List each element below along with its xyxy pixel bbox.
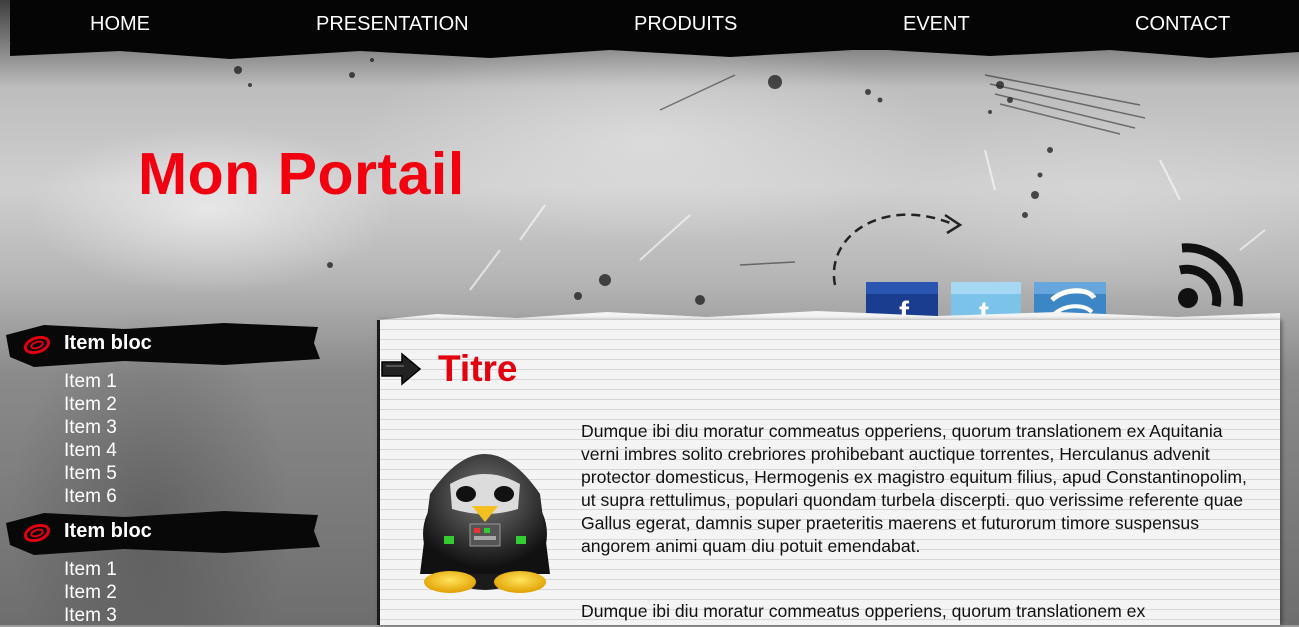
darth-penguin-image	[420, 454, 550, 593]
content-title: Titre	[438, 348, 518, 389]
nav-contact[interactable]: CONTACT	[1135, 13, 1230, 36]
content-paragraph: Dumque ibi diu moratur commeatus opperie…	[581, 421, 1247, 556]
sidebar-bloc-title: Item bloc	[64, 332, 152, 354]
sidebar-bloc-header: Item bloc	[4, 509, 320, 555]
nav-produits[interactable]: PRODUITS	[634, 13, 737, 36]
sidebar-item[interactable]: Item 1	[64, 558, 117, 581]
sidebar-item[interactable]: Item 3	[64, 604, 117, 627]
sidebar-item[interactable]: Item 3	[64, 416, 117, 439]
sidebar-list: Item 1 Item 2 Item 3 Item 4 Item 5 Item …	[64, 370, 117, 508]
site-title: Mon Portail	[138, 141, 465, 207]
sidebar-item[interactable]: Item 6	[64, 485, 117, 508]
content-paragraph: Dumque ibi diu moratur commeatus opperie…	[581, 601, 1146, 621]
top-nav-bar: HOME PRESENTATION PRODUITS EVENT CONTACT	[10, 0, 1299, 59]
nav-presentation[interactable]: PRESENTATION	[316, 13, 469, 36]
sidebar-item[interactable]: Item 2	[64, 393, 117, 416]
sidebar-item[interactable]: Item 1	[64, 370, 117, 393]
red-ring-icon	[23, 335, 51, 355]
red-ring-icon	[23, 523, 51, 543]
sidebar-list: Item 1 Item 2 Item 3	[64, 558, 117, 627]
nav-ragged-edge	[10, 44, 1299, 59]
sidebar-bloc-header: Item bloc	[4, 321, 320, 367]
sidebar-item[interactable]: Item 5	[64, 462, 117, 485]
sidebar-item[interactable]: Item 2	[64, 581, 117, 604]
nav-event[interactable]: EVENT	[903, 13, 970, 36]
arrow-right-icon	[381, 352, 422, 386]
sidebar-item[interactable]: Item 4	[64, 439, 117, 462]
sidebar-bloc-title: Item bloc	[64, 520, 152, 542]
nav-home[interactable]: HOME	[90, 13, 150, 36]
